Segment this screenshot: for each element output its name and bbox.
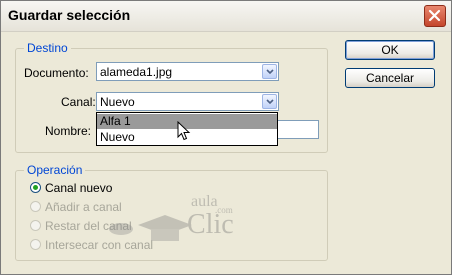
radio-restar-canal[interactable] [30,220,41,231]
mouse-pointer-icon [177,121,191,141]
radio-anadir-canal[interactable] [30,201,41,212]
canal-value: Nuevo [100,95,135,109]
close-button[interactable] [424,5,446,27]
chevron-down-icon [266,99,274,105]
aulaclic-watermark: aula Clic .com [103,187,243,257]
radio-canal-nuevo[interactable] [30,182,41,193]
chevron-down-icon [266,69,274,75]
close-icon [428,9,441,22]
documento-value: alameda1.jpg [100,65,173,79]
radio-selected-dot [33,185,38,190]
save-selection-dialog: Guardar selección Destino Documento: ala… [0,0,452,275]
canal-dropdown-button[interactable] [262,94,277,109]
nombre-label: Nombre: [45,124,92,138]
title-bar: Guardar selección [1,1,451,32]
watermark-com: .com [215,205,233,215]
radio-intersecar-canal[interactable] [30,239,41,250]
documento-dropdown-button[interactable] [262,64,277,79]
destino-legend: Destino [27,41,68,55]
documento-label: Documento: [24,66,89,80]
operacion-legend: Operación [27,163,83,177]
ok-button[interactable]: OK [345,40,435,60]
canal-label: Canal: [61,95,96,109]
cancel-button[interactable]: Cancelar [345,68,435,88]
documento-select[interactable]: alameda1.jpg [96,62,279,81]
canal-select[interactable]: Nuevo [96,92,279,111]
dialog-title: Guardar selección [8,7,131,23]
